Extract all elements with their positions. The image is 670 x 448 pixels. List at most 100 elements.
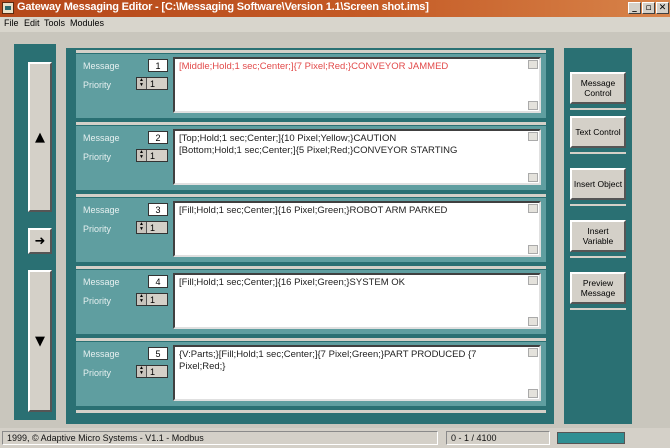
scroll-up-icon[interactable] [528, 60, 538, 69]
priority-label: Priority [83, 80, 112, 90]
priority-label: Priority [83, 296, 112, 306]
status-position: 0 - 1 / 4100 [446, 431, 550, 445]
message-row: Message 1 Priority ▲ ▼ 1 [Middle;Hold;1 sec;Ce… [76, 54, 546, 118]
message-number[interactable]: 2 [148, 131, 168, 144]
control-panel: Message Control Text Control Insert Object… [564, 48, 632, 424]
message-text-line: [Bottom;Hold;1 sec;Center;]{5 Pixel;Red;… [179, 145, 458, 156]
message-number[interactable]: 3 [148, 203, 168, 216]
preview-message-button[interactable]: Preview Message [570, 272, 626, 304]
spinner-arrows-icon[interactable]: ▲ ▼ [137, 78, 147, 89]
title-bar: Gateway Messaging Editor - [C:\Messaging… [0, 0, 670, 17]
row-separator [76, 410, 546, 413]
scroll-down-icon[interactable] [528, 101, 538, 110]
message-text-line: [Middle;Hold;1 sec;Center;]{7 Pixel;Red;… [179, 61, 449, 72]
down-arrow-icon: ▼ [35, 334, 45, 349]
up-arrow-icon: ▲ [35, 130, 45, 145]
spinner-arrows-icon[interactable]: ▲ ▼ [137, 366, 147, 377]
message-label: Message [83, 349, 120, 359]
spinner-arrows-icon[interactable]: ▲ ▼ [137, 150, 147, 161]
priority-label: Priority [83, 368, 112, 378]
priority-spinner[interactable]: ▲ ▼ 1 [136, 77, 168, 90]
message-text-field[interactable]: [Fill;Hold;1 sec;Center;]{16 Pixel;Green… [173, 273, 541, 329]
app-icon[interactable] [2, 2, 14, 14]
priority-value: 1 [150, 79, 156, 89]
navigation-panel: ▲ ➜ ▼ [14, 44, 56, 420]
text-scrollbar[interactable] [528, 348, 538, 398]
message-text-line: [Fill;Hold;1 sec;Center;]{16 Pixel;Green… [179, 205, 448, 216]
message-text-field[interactable]: {V:Parts;}[Fill;Hold;1 sec;Center;]{7 Pi… [173, 345, 541, 401]
status-copyright: 1999, © Adaptive Micro Systems - V1.1 - … [2, 431, 438, 445]
message-label: Message [83, 277, 120, 287]
button-separator [570, 204, 626, 206]
message-row: Message 5 Priority ▲ ▼ 1 {V:Parts;}[Fill;Hold;… [76, 342, 546, 406]
menu-modules[interactable]: Modules [70, 18, 104, 28]
row-separator [76, 122, 546, 125]
menu-tools[interactable]: Tools [44, 18, 65, 28]
spinner-arrows-icon[interactable]: ▲ ▼ [137, 222, 147, 233]
priority-value: 1 [150, 223, 156, 233]
row-separator [76, 194, 546, 197]
message-row: Message 2 Priority ▲ ▼ 1 [Top;Hold;1 sec;Cente… [76, 126, 546, 190]
priority-value: 1 [150, 367, 156, 377]
scroll-down-button[interactable]: ▼ [28, 270, 52, 412]
spinner-arrows-icon[interactable]: ▲ ▼ [137, 294, 147, 305]
goto-button[interactable]: ➜ [28, 228, 52, 254]
message-label: Message [83, 61, 120, 71]
text-control-button[interactable]: Text Control [570, 116, 626, 148]
priority-spinner[interactable]: ▲ ▼ 1 [136, 365, 168, 378]
close-button[interactable]: ✕ [656, 2, 669, 14]
message-row: Message 4 Priority ▲ ▼ 1 [Fill;Hold;1 sec;Cent… [76, 270, 546, 334]
message-text-field[interactable]: [Middle;Hold;1 sec;Center;]{7 Pixel;Red;… [173, 57, 541, 113]
insert-object-button[interactable]: Insert Object [570, 168, 626, 200]
button-separator [570, 256, 626, 258]
message-text-line: [Top;Hold;1 sec;Center;]{10 Pixel;Yellow… [179, 133, 397, 144]
scroll-down-icon[interactable] [528, 389, 538, 398]
scroll-down-icon[interactable] [528, 245, 538, 254]
scroll-down-icon[interactable] [528, 173, 538, 182]
message-text-line: [Fill;Hold;1 sec;Center;]{16 Pixel;Green… [179, 277, 405, 288]
scroll-up-icon[interactable] [528, 204, 538, 213]
scroll-up-icon[interactable] [528, 276, 538, 285]
message-label: Message [83, 205, 120, 215]
message-list-panel: Message 1 Priority ▲ ▼ 1 [Middle;Hold;1 sec;Ce… [66, 48, 554, 424]
scroll-up-button[interactable]: ▲ [28, 62, 52, 212]
priority-label: Priority [83, 152, 112, 162]
message-number[interactable]: 1 [148, 59, 168, 72]
window-title: Gateway Messaging Editor - [C:\Messaging… [17, 1, 429, 13]
message-text-field[interactable]: [Fill;Hold;1 sec;Center;]{16 Pixel;Green… [173, 201, 541, 257]
message-text-field[interactable]: [Top;Hold;1 sec;Center;]{10 Pixel;Yellow… [173, 129, 541, 185]
right-arrow-icon: ➜ [34, 234, 46, 249]
priority-value: 1 [150, 295, 156, 305]
text-scrollbar[interactable] [528, 204, 538, 254]
status-bar: 1999, © Adaptive Micro Systems - V1.1 - … [0, 428, 670, 448]
message-control-button[interactable]: Message Control [570, 72, 626, 104]
row-separator [76, 266, 546, 269]
scroll-down-icon[interactable] [528, 317, 538, 326]
menu-file[interactable]: File [4, 18, 19, 28]
editor-area: ▲ ➜ ▼ Message 1 Priority ▲ ▼ 1 [Middle;Hold;1 … [0, 32, 670, 428]
priority-label: Priority [83, 224, 112, 234]
priority-value: 1 [150, 151, 156, 161]
message-text-line: {V:Parts;}[Fill;Hold;1 sec;Center;]{7 Pi… [179, 349, 477, 360]
message-label: Message [83, 133, 120, 143]
menu-bar: File Edit Tools Modules [0, 17, 670, 32]
minimize-button[interactable]: _ [628, 2, 641, 14]
row-separator [76, 338, 546, 341]
message-number[interactable]: 5 [148, 347, 168, 360]
text-scrollbar[interactable] [528, 132, 538, 182]
button-separator [570, 308, 626, 310]
text-scrollbar[interactable] [528, 60, 538, 110]
insert-variable-button[interactable]: Insert Variable [570, 220, 626, 252]
priority-spinner[interactable]: ▲ ▼ 1 [136, 221, 168, 234]
scroll-up-icon[interactable] [528, 132, 538, 141]
maximize-button[interactable]: ▫ [642, 2, 655, 14]
status-progress-bar [557, 432, 625, 444]
row-separator [76, 50, 546, 53]
menu-edit[interactable]: Edit [24, 18, 40, 28]
scroll-up-icon[interactable] [528, 348, 538, 357]
priority-spinner[interactable]: ▲ ▼ 1 [136, 293, 168, 306]
priority-spinner[interactable]: ▲ ▼ 1 [136, 149, 168, 162]
text-scrollbar[interactable] [528, 276, 538, 326]
message-number[interactable]: 4 [148, 275, 168, 288]
button-separator [570, 152, 626, 154]
